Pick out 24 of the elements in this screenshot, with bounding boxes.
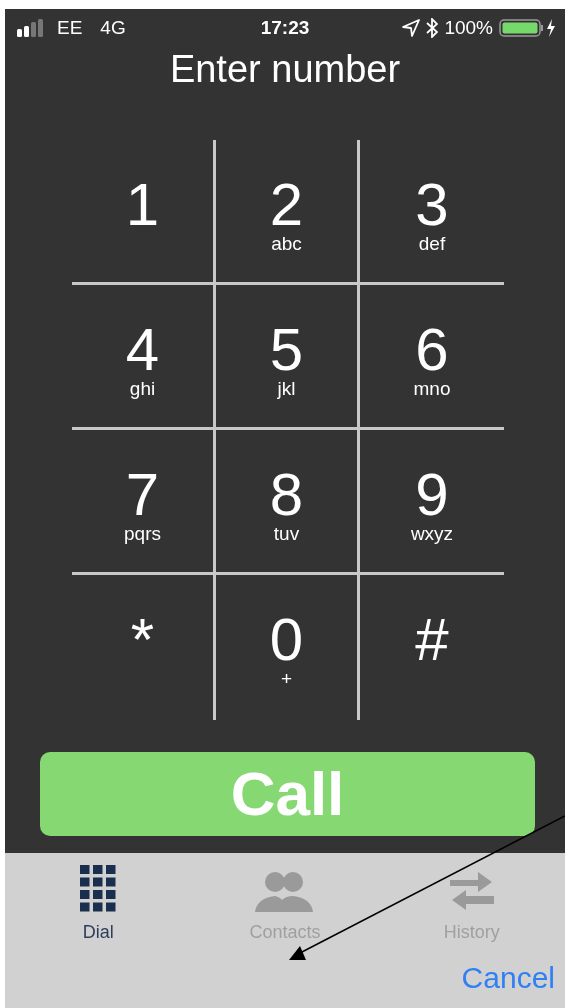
keypad-key[interactable]: # [360,575,504,720]
battery-percentage: 100% [444,16,493,39]
bluetooth-icon [426,17,439,38]
keypad-key[interactable]: 7 pqrs [72,430,216,575]
network-type: 4G [100,16,126,39]
swap-arrows-icon [449,870,494,912]
keypad-key[interactable]: 2 abc [216,140,360,285]
keypad-key[interactable]: 0 + [216,575,360,720]
people-icon [255,870,315,912]
keypad-icon [80,865,117,912]
keypad-key[interactable]: * [72,575,216,720]
tab-item[interactable]: Dial [5,864,192,943]
carrier-name: EE [57,16,83,39]
keypad-key[interactable]: 4 ghi [72,285,216,430]
location-icon [402,18,421,37]
keypad-key[interactable]: 6 mno [360,285,504,430]
screen-title: Enter number [169,48,401,90]
keypad-key[interactable]: 8 tuv [216,430,360,575]
keypad-key[interactable]: 9 wxyz [360,430,504,575]
keypad-key[interactable]: 3 def [360,140,504,285]
clock-time: 17:23 [260,16,310,38]
keypad-key[interactable]: 1 [72,140,216,285]
battery-charging-icon [499,17,557,38]
keypad-key[interactable]: 5 jkl [216,285,360,430]
